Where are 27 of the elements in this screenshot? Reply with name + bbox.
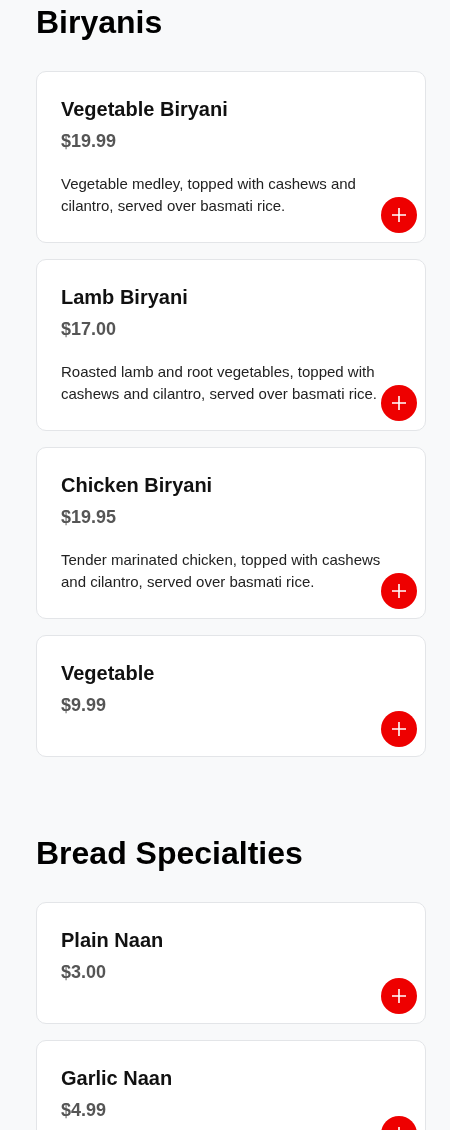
item-price: $4.99 <box>61 1099 108 1122</box>
section-heading: Biryanis <box>36 3 164 42</box>
item-name: Vegetable <box>61 661 156 686</box>
add-button[interactable] <box>381 385 417 421</box>
item-name: Lamb Biryani <box>61 285 189 310</box>
item-price: $9.99 <box>61 694 108 717</box>
plus-icon <box>391 395 407 411</box>
item-name: Chicken Biryani <box>61 473 214 498</box>
item-description: Tender marinated chicken, topped with cashews and cilantro, served over basmati rice. <box>61 550 381 592</box>
item-name: Vegetable Biryani <box>61 97 229 122</box>
section-heading: Bread Specialties <box>36 834 304 873</box>
item-description: Roasted lamb and root vegetables, topped with cashews and cilantro, served over basmati rice. <box>61 362 378 404</box>
item-name: Plain Naan <box>61 928 165 953</box>
item-price: $17.00 <box>61 318 118 341</box>
item-price: $19.95 <box>61 506 118 529</box>
item-price: $19.99 <box>61 130 118 153</box>
item-name: Garlic Naan <box>61 1066 174 1091</box>
add-button[interactable] <box>381 573 417 609</box>
plus-icon <box>391 583 407 599</box>
item-price: $3.00 <box>61 961 108 984</box>
add-button[interactable] <box>381 978 417 1014</box>
add-button[interactable] <box>381 711 417 747</box>
plus-icon <box>391 207 407 223</box>
item-description: Vegetable medley, topped with cashews and cilantro, served over basmati rice. <box>61 174 357 216</box>
plus-icon <box>391 988 407 1004</box>
add-button[interactable] <box>381 197 417 233</box>
plus-icon <box>391 721 407 737</box>
